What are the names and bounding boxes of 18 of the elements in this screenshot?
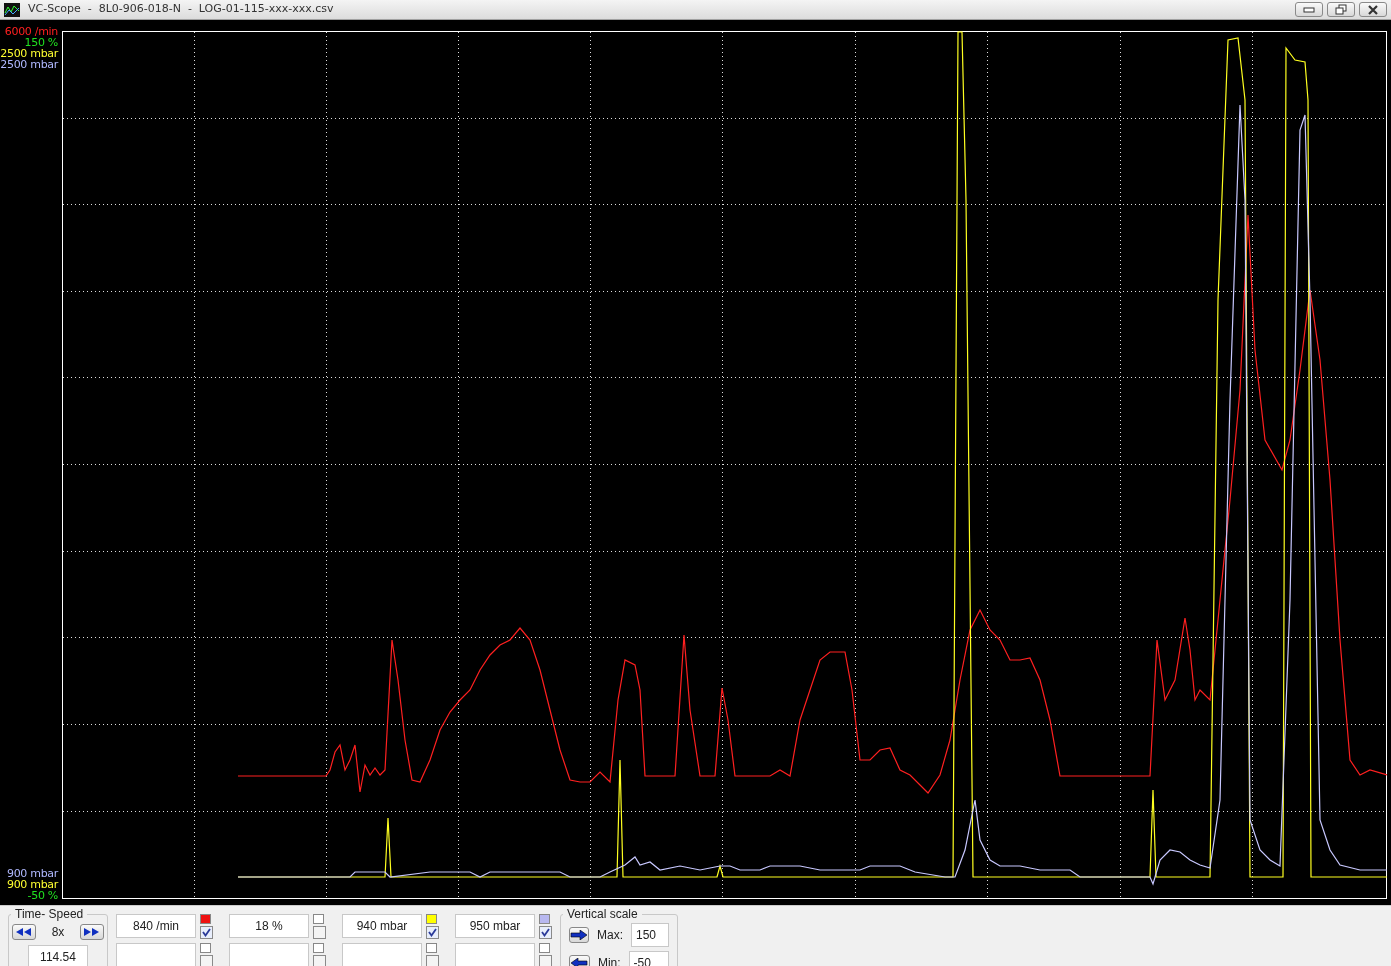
window-title: VC-Scope - 8L0-906-018-N - LOG-01-115-xxx-xxx.csv: [28, 1, 334, 18]
axis-label: 2500 mbar: [0, 48, 58, 59]
axis-label: 900 mbar: [5, 879, 58, 890]
max-label: Max:: [597, 927, 623, 944]
value-field[interactable]: 940 mbar: [342, 914, 422, 938]
group-legend: Vertical scale: [563, 908, 642, 920]
value-field[interactable]: 18 %: [229, 914, 309, 938]
axis-label: 2500 mbar: [0, 59, 58, 70]
value-field[interactable]: 840 /min: [116, 914, 196, 938]
axis-label: 6000 /min: [3, 26, 58, 37]
axis-label: -50 %: [26, 890, 58, 901]
axis-label: 900 mbar: [5, 868, 58, 879]
axis-label: 150 %: [23, 37, 58, 48]
group-legend: Time- Speed: [11, 908, 88, 920]
time-position-field[interactable]: 114.54: [28, 945, 88, 966]
speed-value: 8x: [51, 924, 65, 941]
max-field[interactable]: 150: [631, 923, 669, 947]
value-field[interactable]: 950 mbar: [455, 914, 535, 938]
